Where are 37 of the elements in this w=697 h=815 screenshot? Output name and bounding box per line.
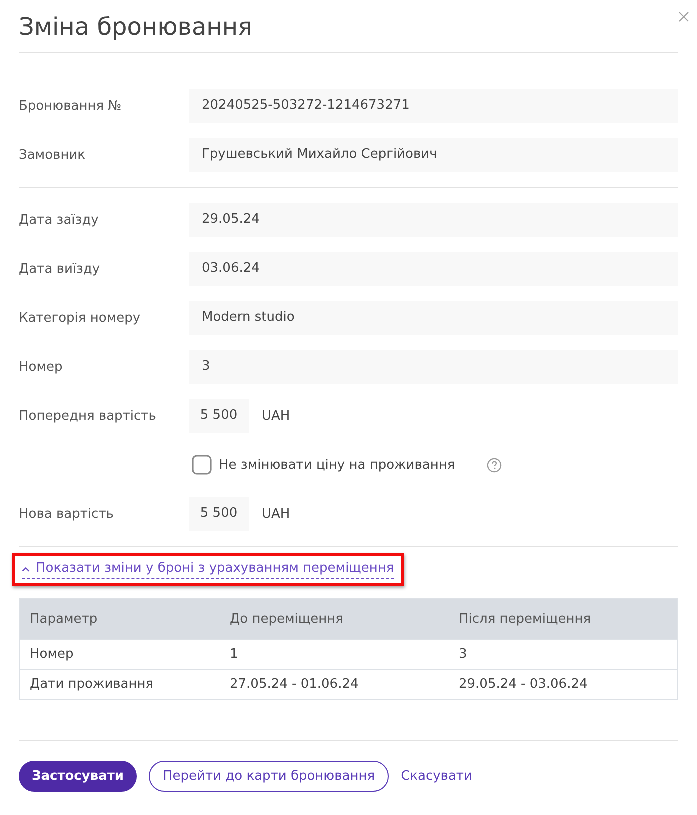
field-label: Дата заїзду [19, 212, 100, 228]
cancel-link[interactable]: Скасувати [401, 769, 472, 784]
table-cell: 3 [449, 640, 678, 670]
value-field: Modern studio [189, 301, 678, 335]
column-header: До переміщення [220, 598, 449, 640]
value-field: 3 [189, 350, 678, 384]
field-label: Категорія номеру [19, 310, 142, 326]
price-field: 5 500 [189, 497, 249, 531]
field-label: Номер [19, 360, 64, 374]
help-icon[interactable] [487, 458, 502, 472]
value-field: 20240525-503272-1214673271 [189, 89, 678, 123]
column-header: Параметр [20, 598, 220, 640]
field-label: Бронювання № [19, 98, 123, 114]
value-field: 03.06.24 [189, 252, 678, 286]
price-field: 5 500 [189, 399, 249, 433]
show-changes-link[interactable]: Показати зміни у броні з урахуванням переміщення [22, 560, 394, 579]
value-field: 29.05.24 [189, 203, 678, 237]
table-cell: 27.05.24 - 01.06.24 [220, 670, 449, 700]
field-label: Замовник [19, 148, 87, 162]
apply-button[interactable]: Застосувати [19, 761, 138, 792]
field-label: Дата виїзду [19, 262, 102, 276]
table-cell: 1 [220, 640, 449, 670]
close-icon[interactable] [679, 12, 689, 22]
value-field: Грушевський Михайло Сергійович [189, 138, 678, 172]
checkbox[interactable] [192, 455, 212, 475]
dialog-title: Зміна бронювання [19, 12, 252, 43]
field-label: Нова вартість [19, 506, 115, 522]
table-cell: Номер [20, 640, 220, 670]
field-label: Попередня вартість [19, 408, 158, 424]
currency-label: UAH [262, 506, 290, 522]
column-header: Після переміщення [449, 598, 678, 640]
checkbox-label: Не змінювати ціну на проживання [219, 458, 456, 472]
table-cell: Дати проживання [20, 670, 220, 700]
currency-label: UAH [262, 408, 290, 424]
booking-card-button[interactable]: Перейти до карти бронювання [149, 761, 390, 792]
table-cell: 29.05.24 - 03.06.24 [449, 670, 678, 700]
caret-icon [22, 566, 30, 572]
